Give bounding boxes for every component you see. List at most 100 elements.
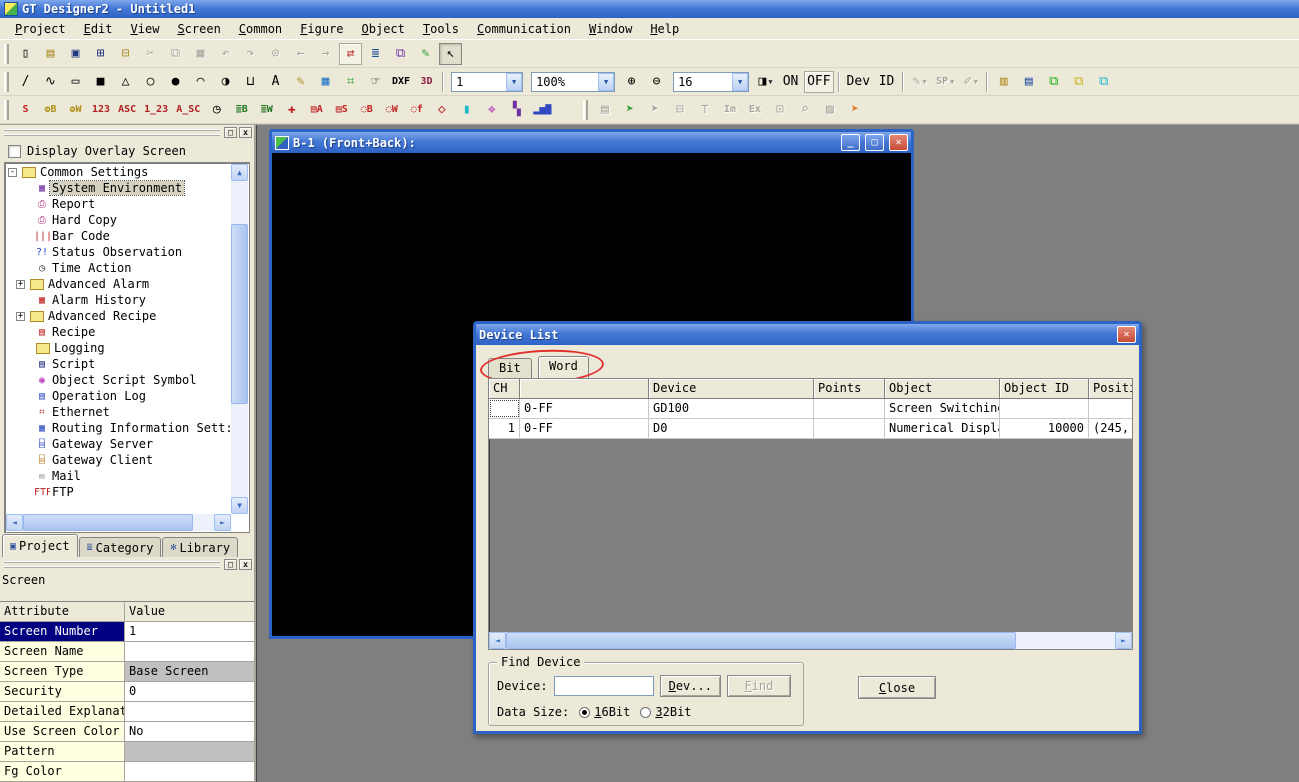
tree-item[interactable]: ▤ Operation Log [6,388,231,404]
tab-word[interactable]: Word [538,356,589,378]
expand-toggle[interactable] [22,376,31,385]
ascii-display-icon[interactable]: ASC [115,99,139,121]
select-mode-icon[interactable]: ➤ [618,99,641,121]
filled-circle-icon[interactable]: ● [164,71,187,93]
expand-toggle[interactable]: + [16,280,25,289]
expand-toggle[interactable] [22,248,31,257]
tree-item[interactable]: ▦ Routing Information Sett: [6,420,231,436]
column-header[interactable] [520,379,649,399]
lamp-word-icon[interactable]: ʘW [64,99,87,121]
expand-toggle[interactable] [22,232,31,241]
attribute-cell[interactable]: Fg Color [0,762,125,781]
panel-restore-icon[interactable]: □ [224,127,237,138]
scrollbar-thumb[interactable] [231,224,248,404]
off-preview-button[interactable]: OFF [804,71,833,93]
pattern-icon[interactable]: ▨ [818,99,841,121]
polygon-icon[interactable]: △ [114,71,137,93]
toolbar-grip[interactable] [4,44,9,64]
scroll-left-icon[interactable]: ◄ [489,632,506,649]
fill-color-icon[interactable]: ◨▼ [754,71,777,93]
expand-toggle[interactable]: - [8,168,17,177]
operation-check-icon[interactable]: ✐▼ [959,71,982,93]
parts-display-bit-icon[interactable]: ◌B [355,99,378,121]
tree-item[interactable]: ?! Status Observation [6,244,231,260]
category-tab-icon[interactable]: ≣ Category [79,537,162,557]
chevron-down-icon[interactable]: ▼ [732,73,748,91]
level-icon[interactable]: ▮ [455,99,478,121]
table-horizontal-scrollbar[interactable]: ◄ ► [489,632,1132,649]
close-icon[interactable]: ✕ [1117,326,1136,343]
template-anchor-icon[interactable]: ⊤ [693,99,716,121]
scroll-left-icon[interactable]: ◄ [6,514,23,531]
tree-item[interactable]: ▦ Alarm History [6,292,231,308]
color-count-combo[interactable]: 16 ▼ [673,72,749,92]
tree-item[interactable]: ▤ Script [6,356,231,372]
menu-item[interactable]: Screen [168,20,229,38]
parts-display-word-icon[interactable]: ◌W [380,99,403,121]
panelmeter-icon[interactable]: ◇ [430,99,453,121]
expand-toggle[interactable] [22,392,31,401]
menu-item[interactable]: Tools [414,20,468,38]
expand-toggle[interactable] [22,472,31,481]
menu-item[interactable]: Help [641,20,688,38]
comment-display-bit-icon[interactable]: ≣B [230,99,253,121]
scroll-up-icon[interactable]: ▲ [231,164,248,181]
attribute-cell[interactable]: Use Screen Color [0,722,125,741]
expand-toggle[interactable] [22,216,31,225]
expand-toggle[interactable]: + [16,312,25,321]
paint-icon[interactable]: ✎ [289,71,312,93]
tree-item[interactable]: ◉ Object Script Symbol [6,372,231,388]
dxf-icon[interactable]: DXF [389,71,413,93]
circle-icon[interactable]: ○ [139,71,162,93]
tree-item[interactable]: ⌸ Gateway Client [6,452,231,468]
expand-toggle[interactable] [22,488,31,497]
radio-16bit[interactable] [579,707,590,718]
rectangle-icon[interactable]: ▭ [64,71,87,93]
column-header[interactable]: Object [885,379,1000,399]
text-icon[interactable]: A [264,71,287,93]
polyline-icon[interactable]: ∿ [39,71,62,93]
dev-button[interactable]: Dev... [660,675,721,697]
front-screen-icon[interactable]: ⧉ [1042,71,1065,93]
value-cell[interactable] [125,762,254,781]
draw-figure-icon[interactable]: ✎ [414,43,437,65]
save-as-image-icon[interactable]: ⊞ [89,43,112,65]
id-toggle-button[interactable]: ID [875,71,898,93]
forward-icon[interactable]: → [314,43,337,65]
scroll-down-icon[interactable]: ▼ [231,497,248,514]
open-icon[interactable]: ▤ [39,43,62,65]
next-arrow-icon[interactable]: ➤ [843,99,866,121]
toolbar-grip[interactable] [4,72,9,92]
image-list-icon[interactable]: ▥ [992,71,1015,93]
toolbar-grip[interactable] [4,100,9,120]
expand-toggle[interactable] [22,408,31,417]
copy-icon[interactable]: ⧉ [164,43,187,65]
zoom-out-icon[interactable]: ⊖ [645,71,668,93]
column-header[interactable]: Object ID [1000,379,1089,399]
export-icon[interactable]: Ex [743,99,766,121]
panel-grip[interactable] [4,129,220,136]
report-edit-icon[interactable]: ▤ [593,99,616,121]
sector-icon[interactable]: ◑ [214,71,237,93]
menu-item[interactable]: Figure [291,20,352,38]
chevron-down-icon[interactable]: ▼ [506,73,522,91]
comment-display-word-icon[interactable]: ≣W [255,99,278,121]
dialog-titlebar[interactable]: Device List ✕ [476,324,1139,345]
tree-item[interactable]: FTP FTP [6,484,231,500]
screen-number-combo[interactable]: 1 ▼ [451,72,523,92]
expand-toggle[interactable] [22,360,31,369]
alarm-display-system-icon[interactable]: ▤S [330,99,353,121]
import-icon[interactable]: Im [718,99,741,121]
value-cell[interactable] [125,642,254,661]
scrollbar-thumb[interactable] [506,632,1016,649]
scrollbar-thumb[interactable] [23,514,193,531]
screen-stack-icon[interactable]: ⧉ [389,43,412,65]
display-overlay-checkbox[interactable] [8,145,21,158]
image-icon[interactable]: ▦ [314,71,337,93]
tree-item[interactable]: ⎙ Hard Copy [6,212,231,228]
value-cell[interactable]: No [125,722,254,741]
radio-32bit[interactable] [640,707,651,718]
pick-mode-icon[interactable]: ➤ [643,99,666,121]
column-header[interactable]: Points [814,379,885,399]
template-preview-icon[interactable]: ⊡ [768,99,791,121]
